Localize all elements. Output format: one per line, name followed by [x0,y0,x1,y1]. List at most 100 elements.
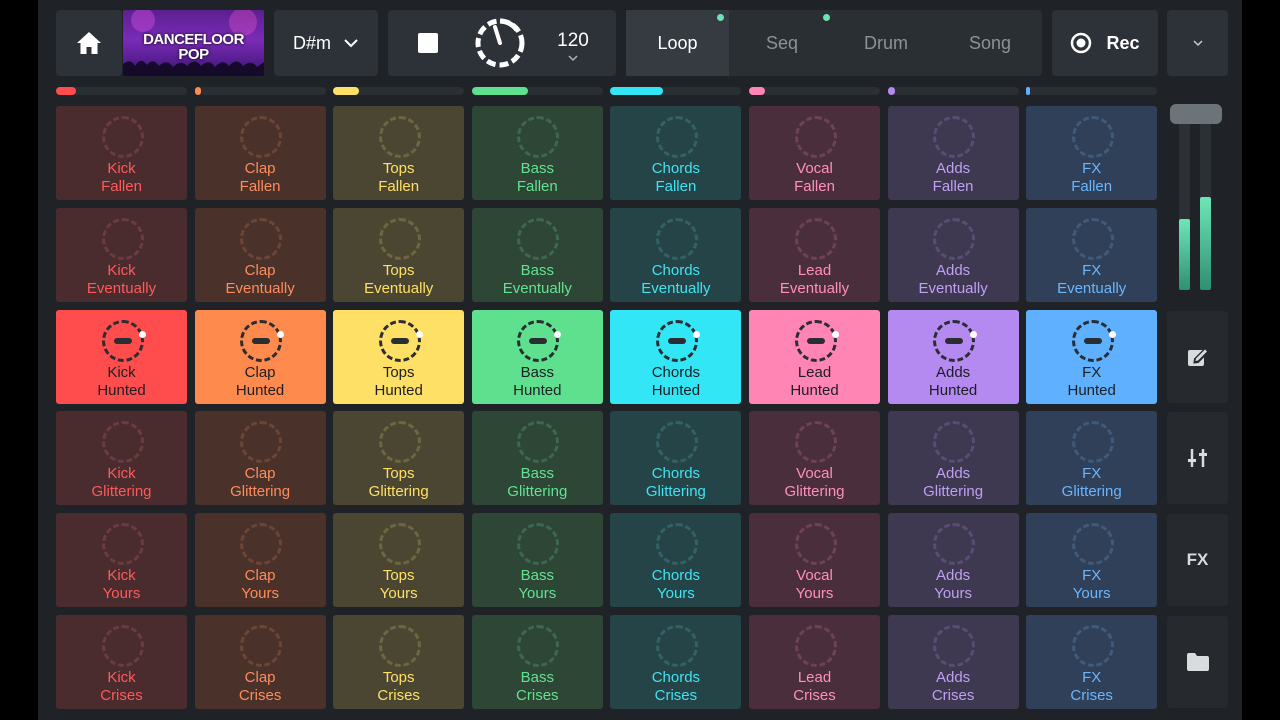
pad-scene-label: Glittering [230,483,291,501]
pad-instrument-label: Chords [651,363,701,381]
clip-pad[interactable]: Tops Hunted [333,309,465,404]
pad-scene-label: Fallen [655,178,697,195]
clip-pad[interactable]: Bass Fallen [471,106,603,200]
clip-pad[interactable]: Chords Hunted [610,309,742,404]
clip-pad[interactable]: Chords Crises [610,615,742,709]
clip-pad[interactable]: Bass Yours [471,513,603,608]
playing-dial-icon [794,319,839,362]
clip-pad[interactable]: Tops Glittering [333,411,465,506]
tempo-dial-icon[interactable] [472,15,528,71]
mixer-button[interactable] [1167,412,1228,504]
clip-pad[interactable]: Vocal Yours [749,513,880,608]
clip-pad[interactable]: FX Eventually [1026,207,1158,302]
clip-pad[interactable]: Chords Yours [610,513,742,608]
clip-pad[interactable]: Adds Eventually [887,207,1019,302]
clip-pad[interactable]: Clap Glittering [194,411,326,506]
clip-pad[interactable]: FX Glittering [1026,411,1158,506]
clip-pad[interactable]: FX Yours [1026,513,1158,608]
clip-pad[interactable]: Bass Hunted [471,309,603,404]
idle-ring-icon [933,421,976,464]
pack-cover-image[interactable]: DANCEFLOOR POP [123,10,264,76]
pad-instrument-label: Tops [382,261,415,279]
pad-instrument-label: Clap [244,160,276,177]
pad-instrument-label: Adds [935,669,971,686]
clip-pad[interactable]: Lead Eventually [749,207,880,302]
clip-pad[interactable]: Lead Hunted [749,309,880,404]
playhead-dot [831,330,839,338]
key-selector[interactable]: D#m [274,10,378,76]
tab-loop-label: Loop [657,32,698,53]
clip-pad[interactable]: FX Hunted [1026,309,1158,404]
column-indicator-fill [471,87,529,95]
pad-instrument-label: Tops [382,160,415,177]
clip-pad[interactable]: Tops Yours [333,513,465,608]
bpm-value[interactable]: 120 [548,30,598,52]
clip-pad[interactable]: Clap Yours [194,513,326,608]
pad-scene-label: Glittering [368,483,429,501]
clip-pad[interactable]: Adds Yours [887,513,1019,608]
pad-instrument-label: Tops [382,465,415,483]
more-menu-button[interactable] [1167,10,1228,76]
clip-pad[interactable]: Clap Fallen [194,106,326,200]
clip-pad[interactable]: Chords Glittering [610,411,742,506]
column-indicator-fx [1026,87,1158,95]
stop-button[interactable] [408,23,448,63]
clip-pad[interactable]: Clap Hunted [194,309,326,404]
pad-instrument-label: Clap [244,669,276,686]
volume-fader-icon[interactable] [1170,104,1222,124]
clip-pad[interactable]: Chords Fallen [610,106,742,200]
pad-scene-label: Fallen [378,178,420,195]
pad-scene-label: Crises [377,687,420,704]
column-indicator-vocal [749,87,880,95]
clip-pad[interactable]: Bass Crises [471,615,603,709]
clip-pad[interactable]: Adds Crises [887,615,1019,709]
clip-pad[interactable]: Tops Fallen [333,106,465,200]
clip-pad[interactable]: Kick Hunted [56,309,187,404]
pad-instrument-label: FX [1082,160,1102,177]
clip-pad[interactable]: FX Crises [1026,615,1158,709]
clip-pad[interactable]: Bass Eventually [471,207,603,302]
clip-pad[interactable]: Chords Eventually [610,207,742,302]
clip-pad[interactable]: Clap Crises [194,615,326,709]
clip-pad[interactable]: FX Fallen [1026,106,1158,200]
clip-pad[interactable]: Adds Glittering [887,411,1019,506]
clip-pad[interactable]: Vocal Glittering [749,411,880,506]
master-volume[interactable] [1167,100,1228,300]
clip-pad[interactable]: Kick Fallen [56,106,187,200]
chevron-down-icon [344,39,358,48]
clip-pad[interactable]: Tops Eventually [333,207,465,302]
clip-pad[interactable]: Kick Yours [56,513,187,608]
tab-seq[interactable]: Seq [730,10,834,76]
pad-instrument-label: Kick [107,567,136,585]
tab-loop[interactable]: Loop [626,10,729,76]
clip-pad[interactable]: Adds Fallen [887,106,1019,200]
clip-pad[interactable]: Lead Crises [749,615,880,709]
pad-scene-label: Hunted [1067,381,1116,399]
tab-drum[interactable]: Drum [834,10,938,76]
clip-pad[interactable]: Adds Hunted [887,309,1019,404]
tab-song[interactable]: Song [938,10,1042,76]
home-button[interactable] [56,10,122,76]
record-button[interactable]: Rec [1052,10,1158,76]
pad-scene-label: Crises [1070,687,1113,704]
loop-active-dot [717,14,724,21]
idle-ring-icon [378,421,421,464]
edit-button[interactable] [1167,311,1228,403]
fx-button[interactable]: FX [1167,514,1228,606]
volume-level-right [1200,196,1211,290]
clip-pad[interactable]: Bass Glittering [471,411,603,506]
folder-button[interactable] [1167,616,1228,708]
clip-pad[interactable]: Tops Crises [333,615,465,709]
stop-icon [418,33,438,53]
clip-pad[interactable]: Kick Crises [56,615,187,709]
clip-pad[interactable]: Kick Eventually [56,207,187,302]
pad-scene-label: Glittering [923,483,984,501]
pad-scene-label: Eventually [779,279,850,297]
playhead-bar [113,337,132,344]
clip-pad[interactable]: Clap Eventually [194,207,326,302]
pad-instrument-label: Chords [651,567,701,585]
clip-pad[interactable]: Kick Glittering [56,411,187,506]
idle-ring-icon [517,116,560,158]
pad-scene-label: Eventually [641,279,711,297]
clip-pad[interactable]: Vocal Fallen [749,106,880,200]
